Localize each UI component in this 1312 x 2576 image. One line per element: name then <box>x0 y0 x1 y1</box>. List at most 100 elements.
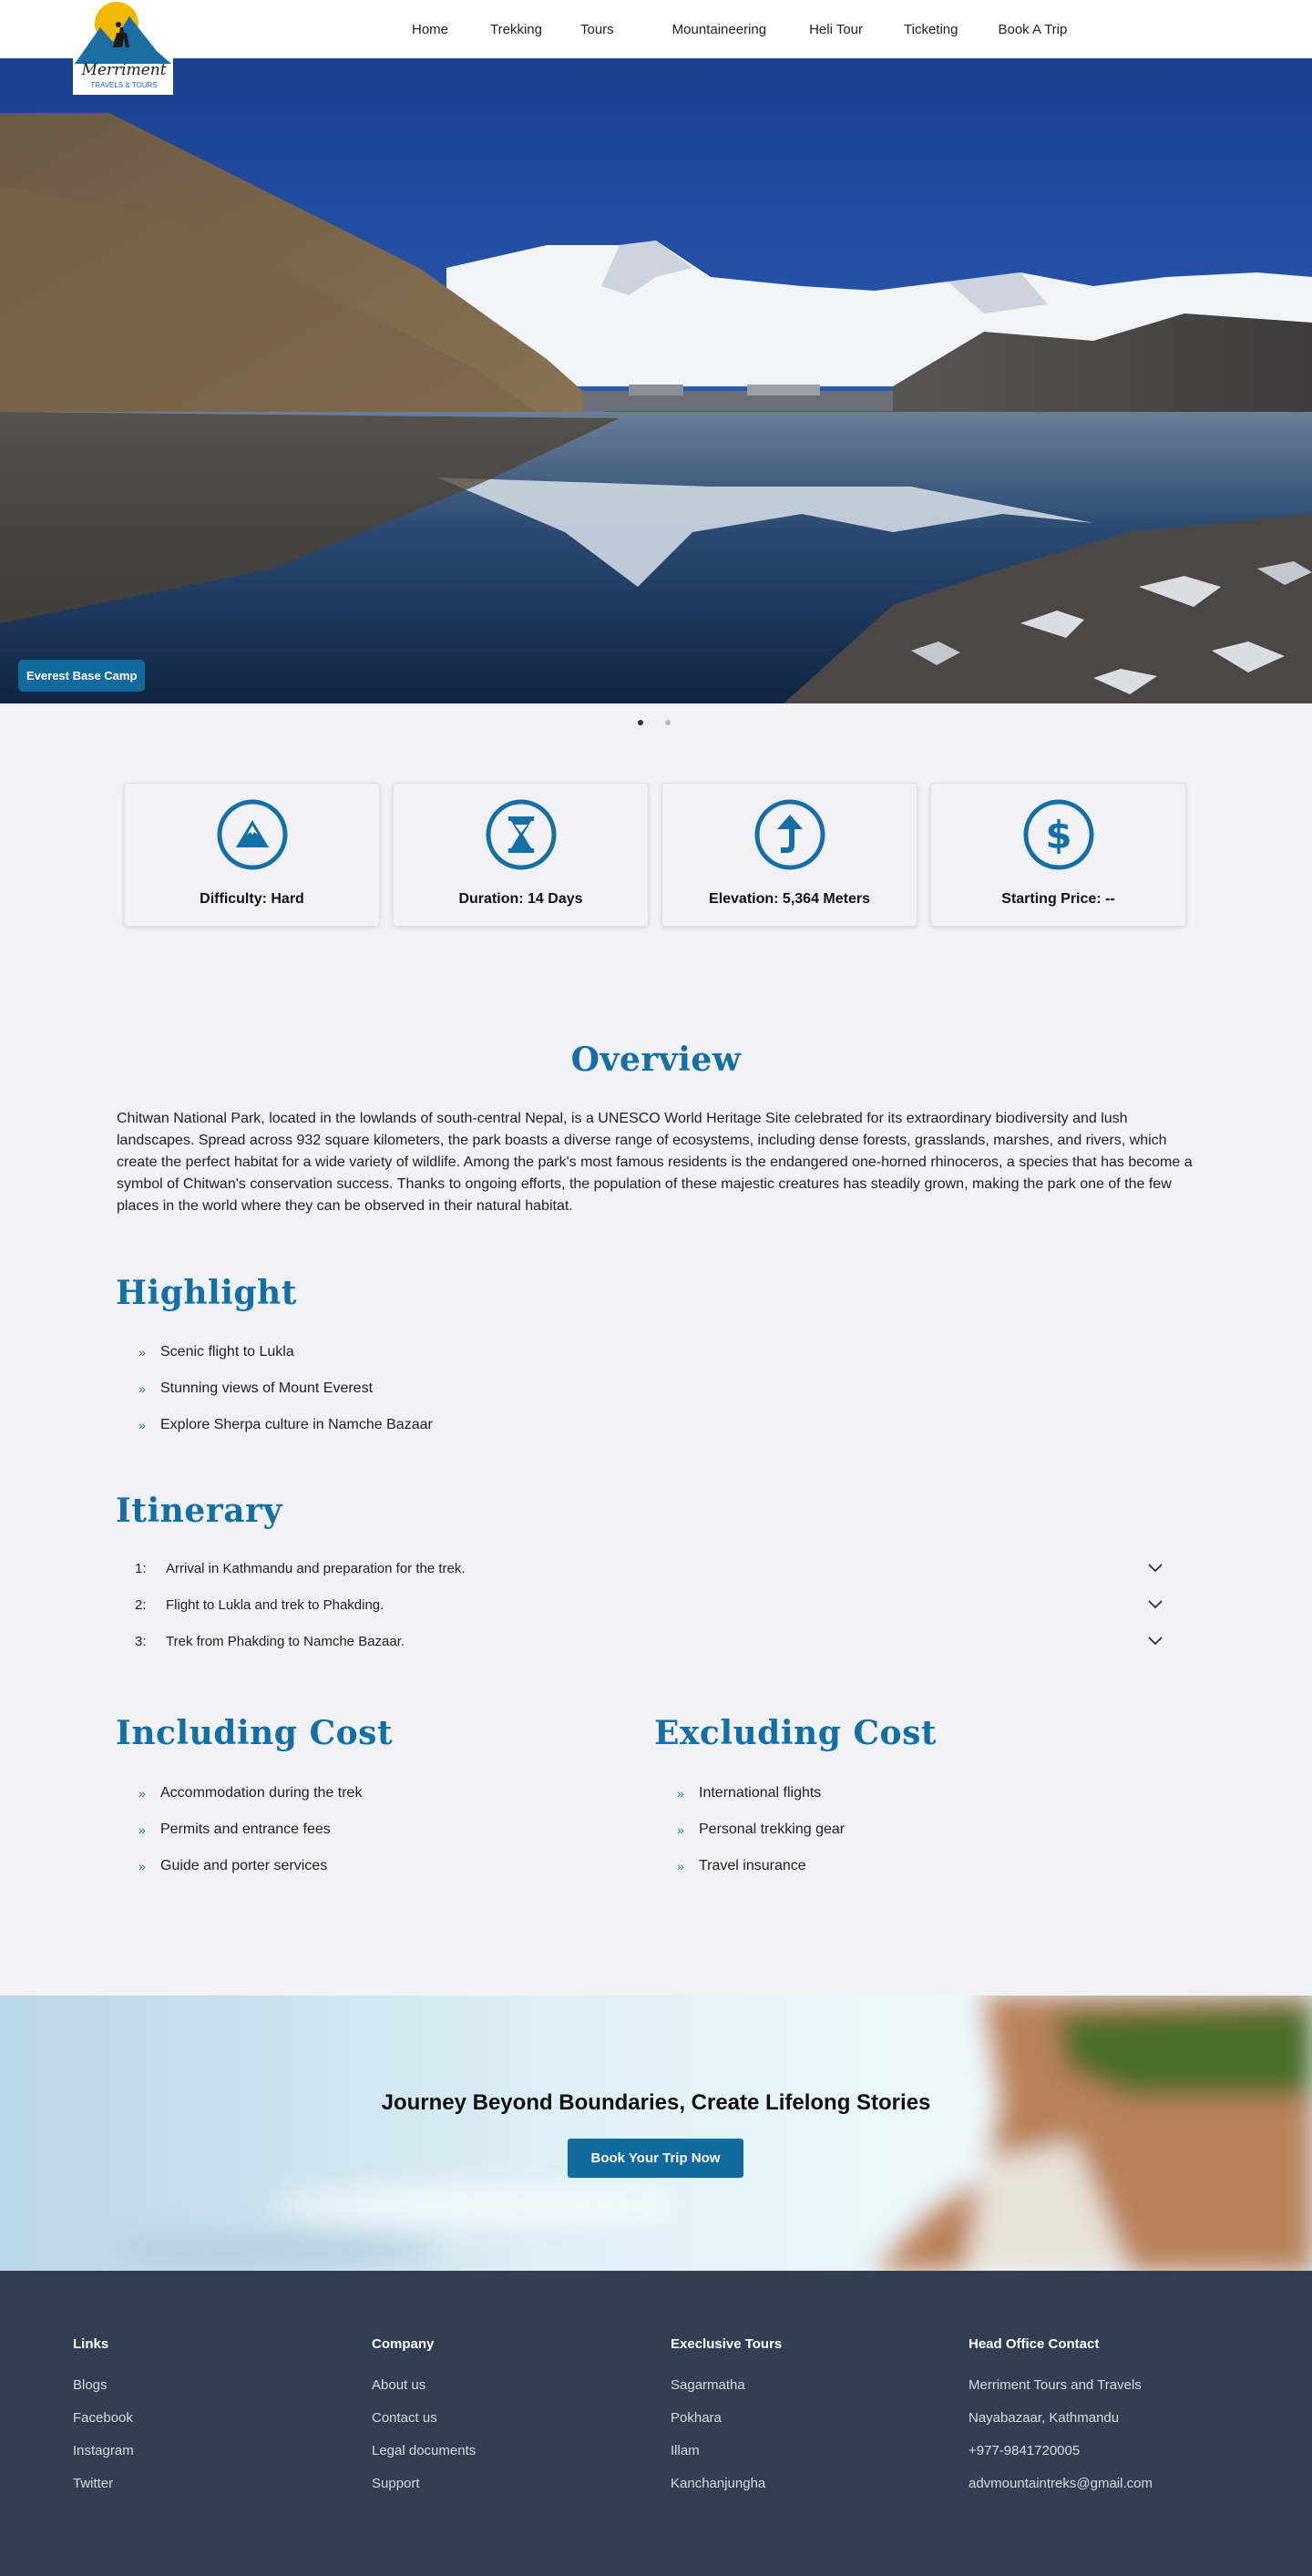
fact-label: Starting Price: -- <box>1001 891 1115 907</box>
chevron-down-icon[interactable] <box>1146 1597 1164 1613</box>
double-chevron-icon: » <box>677 1859 684 1873</box>
day-number: 1: <box>135 1560 147 1576</box>
list-item-text: Accommodation during the trek <box>160 1785 363 1801</box>
footer-email-link[interactable]: advmountaintreks@gmail.com <box>969 2476 1153 2491</box>
footer-contact-text: Merriment Tours and Travels <box>969 2377 1142 2393</box>
hero-caption-badge[interactable]: Everest Base Camp <box>18 660 146 692</box>
footer-contact-text: Nayabazaar, Kathmandu <box>969 2410 1120 2426</box>
cta-title: Journey Beyond Boundaries, Create Lifelo… <box>381 2090 931 2115</box>
day-number: 2: <box>135 1596 147 1613</box>
logo-wordmark: Merriment <box>80 61 166 79</box>
list-item: » Explore Sherpa culture in Namche Bazaar <box>138 1416 433 1434</box>
carousel-dot-2[interactable] <box>665 720 671 725</box>
itinerary-accordion: 1: Arrival in Kathmandu and preparation … <box>135 1559 1164 1668</box>
list-item-text: Stunning views of Mount Everest <box>160 1380 374 1396</box>
nav-links: Home Trekking Tours Mountaineering Heli … <box>401 0 1067 58</box>
svg-text:$: $ <box>1045 813 1071 857</box>
fact-card-price: $ Starting Price: -- <box>930 783 1186 927</box>
double-chevron-icon: » <box>138 1786 146 1801</box>
double-chevron-icon: » <box>138 1418 146 1432</box>
footer-link[interactable]: About us <box>372 2377 476 2393</box>
cta-banner: Journey Beyond Boundaries, Create Lifelo… <box>0 1996 1312 2271</box>
footer-column-title: Company <box>372 2336 435 2352</box>
including-cost-list: » Accommodation during the trek » Permits … <box>138 1784 362 1894</box>
footer-link[interactable]: Twitter <box>73 2476 134 2491</box>
fact-label: Duration: 14 Days <box>458 891 583 907</box>
double-chevron-icon: » <box>138 1822 146 1837</box>
chevron-down-icon[interactable] <box>1146 1634 1164 1649</box>
excluding-cost-list: » International flights » Personal trekkin… <box>677 1784 845 1894</box>
footer-column-links: Links Blogs Facebook Instagram Twitter <box>73 2336 134 2509</box>
day-title: Trek from Phakding to Namche Bazaar. <box>166 1633 405 1649</box>
fact-card-difficulty: Difficulty: Hard <box>124 783 380 927</box>
list-item-text: Permits and entrance fees <box>160 1822 331 1837</box>
footer-column-head-office: Head Office Contact Merriment Tours and … <box>969 2336 1153 2509</box>
nav-link-book-a-trip[interactable]: Book A Trip <box>998 22 1067 37</box>
footer-phone-link[interactable]: +977-9841720005 <box>969 2443 1153 2458</box>
list-item: » Personal trekking gear <box>677 1821 845 1839</box>
chevron-down-icon[interactable] <box>1146 1561 1164 1576</box>
footer-column-title: Links <box>73 2336 109 2352</box>
fact-label: Elevation: 5,364 Meters <box>709 891 870 907</box>
double-chevron-icon: » <box>677 1786 684 1801</box>
footer-link[interactable]: Support <box>372 2476 476 2491</box>
day-number: 3: <box>135 1633 147 1649</box>
brand-logo[interactable]: Merriment TRAVELS & TOURS <box>73 0 173 95</box>
trip-facts: Difficulty: Hard Duration: 14 Days Eleva… <box>124 783 1186 927</box>
dollar-icon: $ <box>1023 799 1093 870</box>
including-cost-heading: Including Cost <box>116 1714 394 1752</box>
nav-link-trekking[interactable]: Trekking <box>490 22 542 37</box>
itinerary-day-2[interactable]: 2: Flight to Lukla and trek to Phakding. <box>135 1596 1164 1614</box>
list-item: » Travel insurance <box>677 1857 845 1875</box>
site-footer: Links Blogs Facebook Instagram Twitter C… <box>0 2271 1312 2576</box>
nav-link-heli-tour[interactable]: Heli Tour <box>809 22 863 37</box>
double-chevron-icon: » <box>138 1859 146 1873</box>
itinerary-day-3[interactable]: 3: Trek from Phakding to Namche Bazaar. <box>135 1632 1164 1650</box>
footer-link[interactable]: Legal documents <box>372 2443 476 2458</box>
double-chevron-icon: » <box>138 1381 146 1396</box>
nav-link-mountaineering[interactable]: Mountaineering <box>672 22 766 37</box>
day-title: Flight to Lukla and trek to Phakding. <box>166 1596 384 1613</box>
nav-link-tours[interactable]: Tours <box>580 22 614 37</box>
footer-link[interactable]: Illam <box>671 2443 782 2458</box>
footer-link[interactable]: Contact us <box>372 2410 476 2426</box>
list-item: » Stunning views of Mount Everest <box>138 1380 433 1398</box>
list-item-text: Personal trekking gear <box>699 1822 846 1837</box>
list-item: » Permits and entrance fees <box>138 1821 362 1839</box>
hero-carousel[interactable]: Everest Base Camp <box>0 58 1312 703</box>
footer-link[interactable]: Blogs <box>73 2377 134 2393</box>
footer-column-title: Head Office Contact <box>969 2336 1100 2352</box>
footer-link[interactable]: Facebook <box>73 2410 134 2426</box>
list-item-text: Travel insurance <box>699 1858 806 1873</box>
itinerary-day-1[interactable]: 1: Arrival in Kathmandu and preparation … <box>135 1559 1164 1577</box>
nav-link-home[interactable]: Home <box>412 22 448 37</box>
footer-link[interactable]: Pokhara <box>671 2410 782 2426</box>
hero-image <box>0 58 1312 703</box>
list-item: » Scenic flight to Lukla <box>138 1343 433 1361</box>
list-item: » Guide and porter services <box>138 1857 362 1875</box>
arrow-up-icon <box>754 799 825 870</box>
list-item: » International flights <box>677 1784 845 1802</box>
list-item-text: Explore Sherpa culture in Namche Bazaar <box>160 1417 433 1432</box>
footer-link[interactable]: Sagarmatha <box>671 2377 782 2393</box>
carousel-dot-1[interactable] <box>638 720 643 725</box>
footer-link[interactable]: Kanchanjungha <box>671 2476 782 2491</box>
fact-label: Difficulty: Hard <box>200 891 304 907</box>
itinerary-heading: Itinerary <box>116 1492 282 1530</box>
list-item-text: Scenic flight to Lukla <box>160 1344 294 1360</box>
footer-column-exclusive-tours: Execlusive Tours Sagarmatha Pokhara Illa… <box>671 2336 782 2509</box>
logo-subtext: TRAVELS & TOURS <box>90 81 157 89</box>
footer-column-company: Company About us Contact us Legal docume… <box>372 2336 476 2509</box>
fact-card-duration: Duration: 14 Days <box>393 783 649 927</box>
mountain-icon <box>217 799 287 870</box>
top-navbar: Home Trekking Tours Mountaineering Heli … <box>0 0 1312 58</box>
double-chevron-icon: » <box>138 1345 146 1360</box>
overview-heading: Overview <box>570 1041 742 1079</box>
excluding-cost-heading: Excluding Cost <box>654 1714 937 1752</box>
hourglass-icon <box>486 799 556 870</box>
highlight-heading: Highlight <box>116 1274 297 1312</box>
nav-link-ticketing[interactable]: Ticketing <box>904 22 958 37</box>
carousel-dots <box>638 720 671 725</box>
footer-link[interactable]: Instagram <box>73 2443 134 2458</box>
book-trip-button[interactable]: Book Your Trip Now <box>568 2139 743 2178</box>
